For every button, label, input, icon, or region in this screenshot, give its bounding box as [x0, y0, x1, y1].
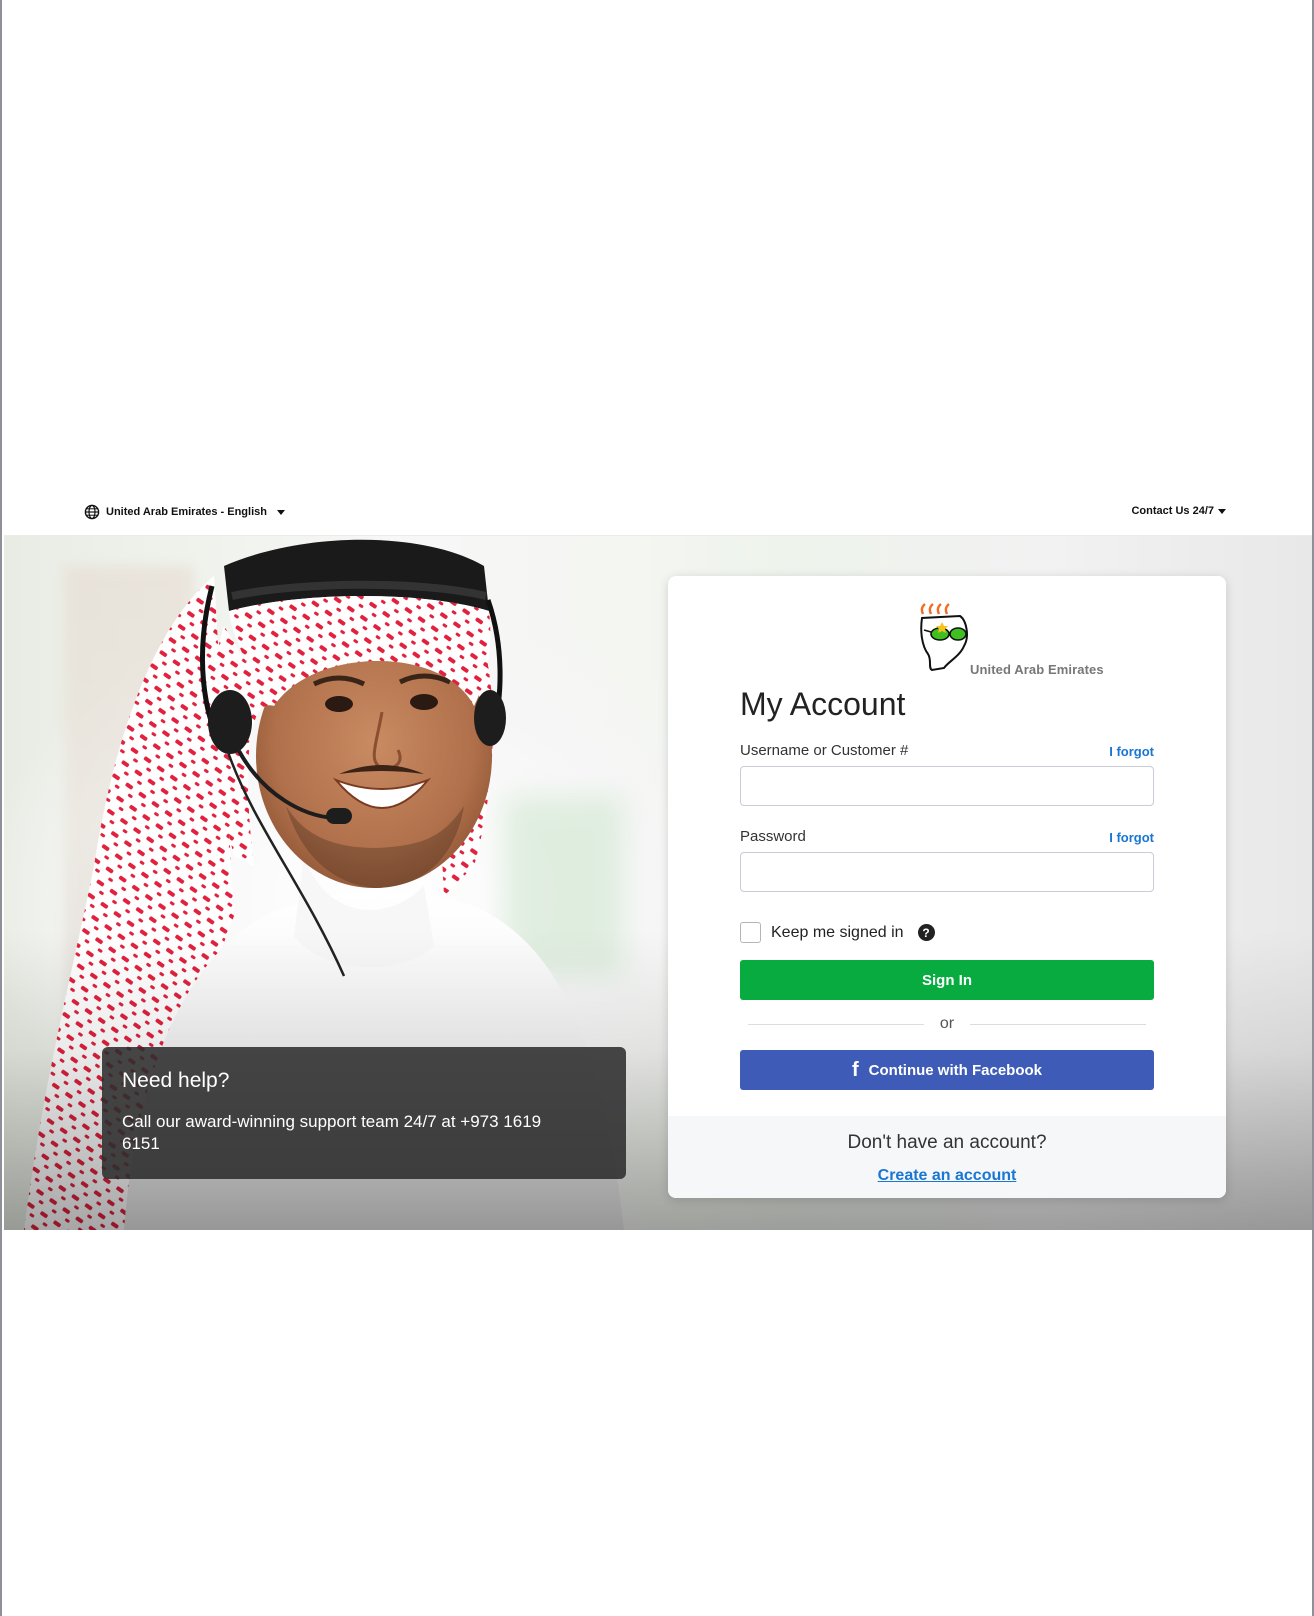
help-title: Need help? [122, 1069, 230, 1092]
username-input[interactable] [740, 766, 1154, 806]
username-label: Username or Customer # [740, 742, 909, 759]
password-label: Password [740, 828, 806, 845]
divider-line [748, 1023, 924, 1025]
locale-label: United Arab Emirates - English [106, 506, 267, 518]
facebook-button-label: Continue with Facebook [868, 1061, 1042, 1079]
contact-dropdown[interactable]: Contact Us 24/7 [1131, 505, 1226, 517]
login-card-footer: Don't have an account? Create an account [668, 1116, 1226, 1198]
browser-frame: United Arab Emirates - English Contact U… [0, 0, 1314, 1616]
help-panel: Need help? Call our award-winning suppor… [102, 1047, 626, 1179]
locale-selector[interactable]: United Arab Emirates - English [84, 504, 285, 520]
forgot-username-link[interactable]: I forgot [1109, 744, 1154, 759]
forgot-password-link[interactable]: I forgot [1109, 830, 1154, 845]
or-divider: or [748, 1014, 1147, 1034]
hero-section: Need help? Call our award-winning suppor… [4, 536, 1312, 1230]
or-label: or [939, 1015, 955, 1032]
contact-label: Contact Us 24/7 [1131, 505, 1214, 517]
sign-in-button[interactable]: Sign In [740, 960, 1154, 1000]
question-circle-icon[interactable]: ? [917, 924, 935, 941]
help-text: Call our award-winning support team 24/7… [122, 1112, 542, 1153]
password-input[interactable] [740, 852, 1154, 892]
globe-icon [84, 504, 100, 520]
create-account-link[interactable]: Create an account [668, 1167, 1226, 1185]
caret-down-icon [1218, 508, 1226, 514]
no-account-text: Don't have an account? [847, 1132, 1047, 1153]
top-utility-bar: United Arab Emirates - English Contact U… [4, 486, 1312, 536]
divider-line [970, 1023, 1147, 1025]
keep-signed-in-label: Keep me signed in [771, 923, 904, 941]
page-title: My Account [740, 686, 906, 722]
logo-region-text: United Arab Emirates [970, 662, 1104, 677]
keep-signed-in-row: Keep me signed in ? [740, 922, 935, 943]
keep-signed-in-checkbox[interactable] [740, 922, 761, 943]
caret-down-icon [276, 509, 285, 515]
login-card: United Arab Emirates My Account Username… [668, 576, 1226, 1198]
facebook-icon: f [851, 1059, 859, 1081]
continue-with-facebook-button[interactable]: f Continue with Facebook [740, 1050, 1154, 1090]
